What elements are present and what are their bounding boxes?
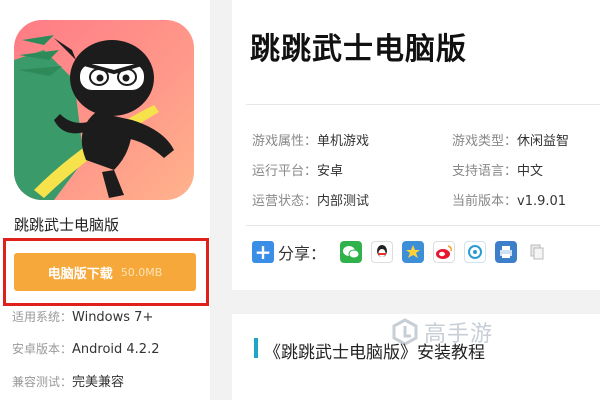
attr-key: 当前版本： (452, 194, 518, 209)
attr-game-attr: 游戏属性：单机游戏 (252, 130, 369, 149)
qq-icon[interactable] (371, 241, 394, 263)
app-name-label: 跳跳武士电脑版 (14, 216, 120, 234)
weibo-icon[interactable] (433, 241, 456, 263)
attr-platform: 运行平台：安卓 (252, 160, 343, 179)
attr-version: 当前版本：v1.9.01 (452, 190, 566, 209)
attr-key: 游戏类型： (452, 134, 518, 149)
share-plus-icon[interactable]: + (252, 241, 274, 263)
download-highlight-box: 电脑版下载 50.0MB (3, 238, 209, 306)
download-label: 电脑版下载 (47, 266, 113, 282)
tencent-weibo-icon[interactable] (464, 241, 487, 263)
spec-key: 适用系统： (12, 310, 73, 324)
tutorial-card: 高手游 《跳跳武士电脑版》安装教程 (232, 314, 600, 400)
wechat-icon[interactable] (340, 241, 363, 263)
attr-key: 支持语言： (452, 164, 518, 179)
attr-language: 支持语言：中文 (452, 160, 543, 179)
attr-status: 运营状态：内部测试 (252, 190, 369, 209)
game-detail-card: 跳跳武士电脑版 游戏属性：单机游戏 游戏类型：休闲益智 运行平台：安卓 支持语言… (232, 0, 600, 290)
qzone-icon[interactable] (402, 241, 425, 263)
spec-key: 兼容测试： (12, 375, 73, 389)
divider (246, 225, 600, 226)
section-title[interactable]: 《跳跳武士电脑版》安装教程 (264, 338, 485, 363)
pc-download-button[interactable]: 电脑版下载 50.0MB (14, 253, 196, 291)
ninja-app-icon (14, 20, 194, 200)
share-label: 分享： (278, 244, 327, 263)
attr-key: 运营状态： (252, 194, 318, 209)
download-size: 50.0MB (120, 265, 163, 279)
attr-key: 运行平台： (252, 164, 318, 179)
attr-value: v1.9.01 (517, 194, 567, 209)
attr-value: 内部测试 (317, 194, 370, 209)
attr-value: 安卓 (317, 164, 344, 179)
divider (246, 104, 600, 105)
spec-row-compat: 兼容测试：完美兼容 (12, 371, 124, 390)
share-bar: + 分享： (252, 240, 557, 264)
spec-row-android: 安卓版本：Android 4.2.2 (12, 340, 160, 357)
spec-value: Android 4.2.2 (72, 342, 160, 357)
page-title: 跳跳武士电脑版 (250, 32, 467, 67)
attr-value: 单机游戏 (317, 134, 370, 149)
attr-value: 中文 (517, 164, 544, 179)
spec-row-system: 适用系统：Windows 7+ (12, 308, 153, 325)
spec-value: Windows 7+ (72, 310, 154, 325)
attr-key: 游戏属性： (252, 134, 318, 149)
spec-value: 完美兼容 (72, 375, 125, 390)
copy-icon[interactable] (526, 241, 549, 263)
spec-key: 安卓版本： (12, 342, 73, 356)
print-icon[interactable] (495, 241, 518, 263)
app-info-card: 跳跳武士电脑版 电脑版下载 50.0MB 适用系统：Windows 7+ 安卓版… (0, 0, 210, 400)
attr-value: 休闲益智 (517, 134, 570, 149)
app-icon[interactable] (14, 20, 194, 200)
section-accent-bar (254, 338, 258, 358)
attr-game-type: 游戏类型：休闲益智 (452, 130, 569, 149)
